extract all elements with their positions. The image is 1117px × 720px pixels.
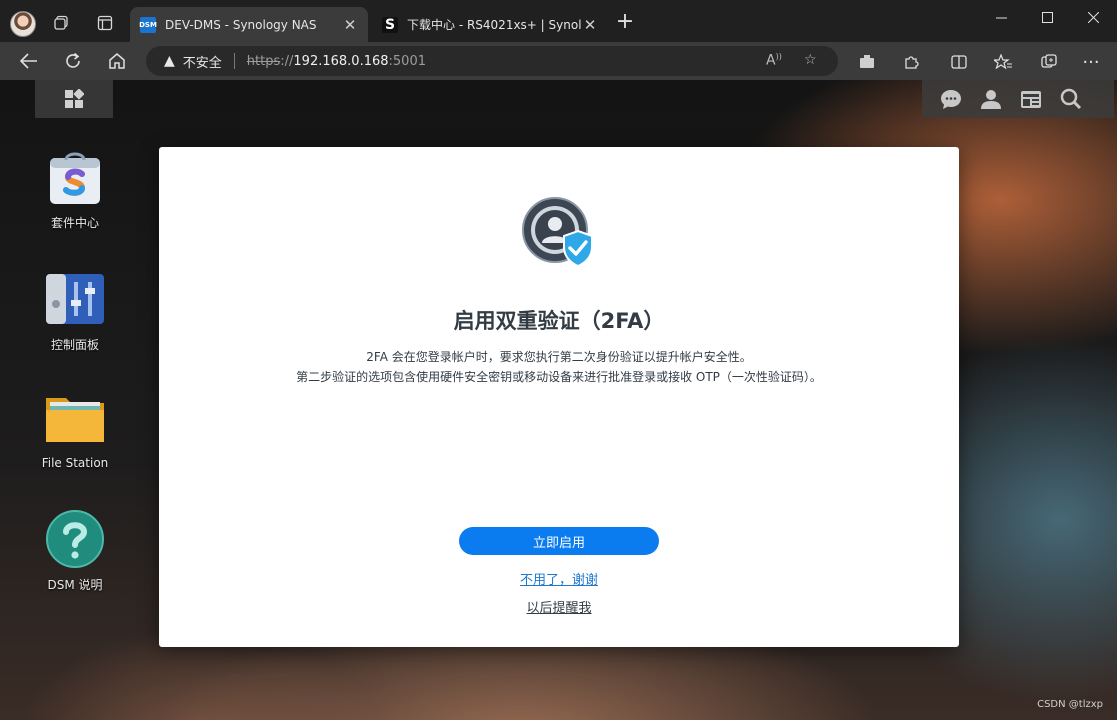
enable-now-button[interactable]: 立即启用 — [459, 527, 659, 555]
dsm-desktop: 套件中心 控制面板 File Station DSM 说明 启用双重验证（2FA… — [0, 80, 1117, 720]
address-separator — [233, 53, 235, 69]
address-bar[interactable]: ▲ 不安全 https://192.168.0.168:5001 A)) ☆ — [146, 46, 838, 76]
app-dsm-help[interactable]: DSM 说明 — [30, 510, 120, 593]
app-control-panel[interactable]: 控制面板 — [30, 270, 120, 353]
description-line-1: 2FA 会在您登录帐户时，要求您执行第二次身份验证以提升帐户安全性。 — [366, 350, 752, 364]
tab-title: DEV-DMS - Synology NAS — [165, 17, 317, 32]
security-shield-icon — [522, 197, 596, 271]
dsm-taskbar-right — [922, 80, 1114, 118]
tab-download-center[interactable]: S 下载中心 - RS4021xs+ | Synology ✕ — [372, 7, 608, 42]
app-file-station[interactable]: File Station — [30, 390, 120, 470]
description-line-2: 第二步验证的选项包含使用硬件安全密钥或移动设备来进行批准登录或接收 OTP（一次… — [296, 370, 822, 384]
url-scheme-separator: :// — [280, 53, 294, 69]
main-menu-icon — [65, 89, 84, 108]
widgets-icon[interactable] — [1020, 88, 1042, 110]
security-status[interactable]: 不安全 — [183, 52, 222, 71]
favorite-star-icon[interactable]: ☆ — [804, 52, 817, 68]
app-label: 控制面板 — [50, 338, 99, 352]
control-panel-icon — [46, 270, 104, 328]
user-icon[interactable] — [980, 88, 1002, 110]
collections-icon[interactable] — [1038, 51, 1060, 73]
search-icon[interactable] — [1060, 88, 1082, 110]
dialog-title: 启用双重验证（2FA） — [453, 309, 665, 333]
refresh-button[interactable] — [58, 47, 88, 75]
home-button[interactable] — [102, 47, 132, 75]
enable-2fa-dialog: 启用双重验证（2FA） 2FA 会在您登录帐户时，要求您执行第二次身份验证以提升… — [159, 147, 959, 647]
url-port: :5001 — [388, 53, 426, 69]
package-center-icon — [46, 148, 104, 206]
url-host: 192.168.0.168 — [293, 53, 389, 69]
dialog-description: 2FA 会在您登录帐户时，要求您执行第二次身份验证以提升帐户安全性。 第二步验证… — [159, 347, 959, 387]
main-menu-button[interactable] — [35, 80, 113, 118]
tab-title: 下载中心 - RS4021xs+ | Synology — [407, 18, 582, 32]
synology-favicon-icon: S — [382, 16, 398, 33]
profile-avatar[interactable] — [10, 11, 36, 37]
dsm-favicon-icon: DSM — [139, 16, 157, 33]
tab-actions-icon[interactable] — [91, 9, 119, 37]
remind-later-link: 以后提醒我 — [159, 597, 959, 616]
no-thanks-link: 不用了，谢谢 — [159, 569, 959, 588]
more-options-icon[interactable]: ··· — [1080, 51, 1102, 73]
help-icon — [46, 510, 104, 568]
url-scheme: https — [246, 53, 281, 69]
new-tab-button[interactable]: + — [612, 10, 638, 36]
minimize-button[interactable] — [978, 4, 1024, 30]
back-button[interactable] — [14, 47, 44, 75]
read-aloud-icon[interactable]: A)) — [766, 52, 782, 69]
maximize-button[interactable] — [1024, 4, 1070, 30]
watermark: CSDN @tlzxp — [1037, 699, 1103, 710]
browser-tab-bar: DSM DEV-DMS - Synology NAS ✕ S 下载中心 - RS… — [0, 0, 1117, 42]
no-thanks-link-text[interactable]: 不用了，谢谢 — [520, 573, 598, 588]
app-label: File Station — [41, 456, 109, 470]
workspaces-icon[interactable] — [48, 9, 76, 37]
app-label: 套件中心 — [50, 216, 99, 230]
tab-close-icon[interactable]: ✕ — [342, 16, 358, 34]
browser-toolbar: ▲ 不安全 https://192.168.0.168:5001 A)) ☆ ·… — [0, 42, 1117, 80]
app-package-center[interactable]: 套件中心 — [30, 148, 120, 231]
split-screen-icon[interactable] — [948, 51, 970, 73]
remind-later-link-text[interactable]: 以后提醒我 — [526, 601, 591, 616]
tab-close-icon[interactable]: ✕ — [582, 16, 598, 34]
app-label: DSM 说明 — [47, 578, 103, 592]
tab-dsm[interactable]: DSM DEV-DMS - Synology NAS ✕ — [130, 7, 368, 42]
close-window-button[interactable] — [1070, 4, 1116, 30]
extension-icon[interactable] — [856, 51, 878, 73]
warning-icon[interactable]: ▲ — [164, 53, 175, 69]
folder-icon — [46, 390, 104, 448]
favorites-icon[interactable] — [992, 51, 1014, 73]
puzzle-extensions-icon[interactable] — [900, 51, 922, 73]
chat-icon[interactable] — [940, 88, 962, 110]
